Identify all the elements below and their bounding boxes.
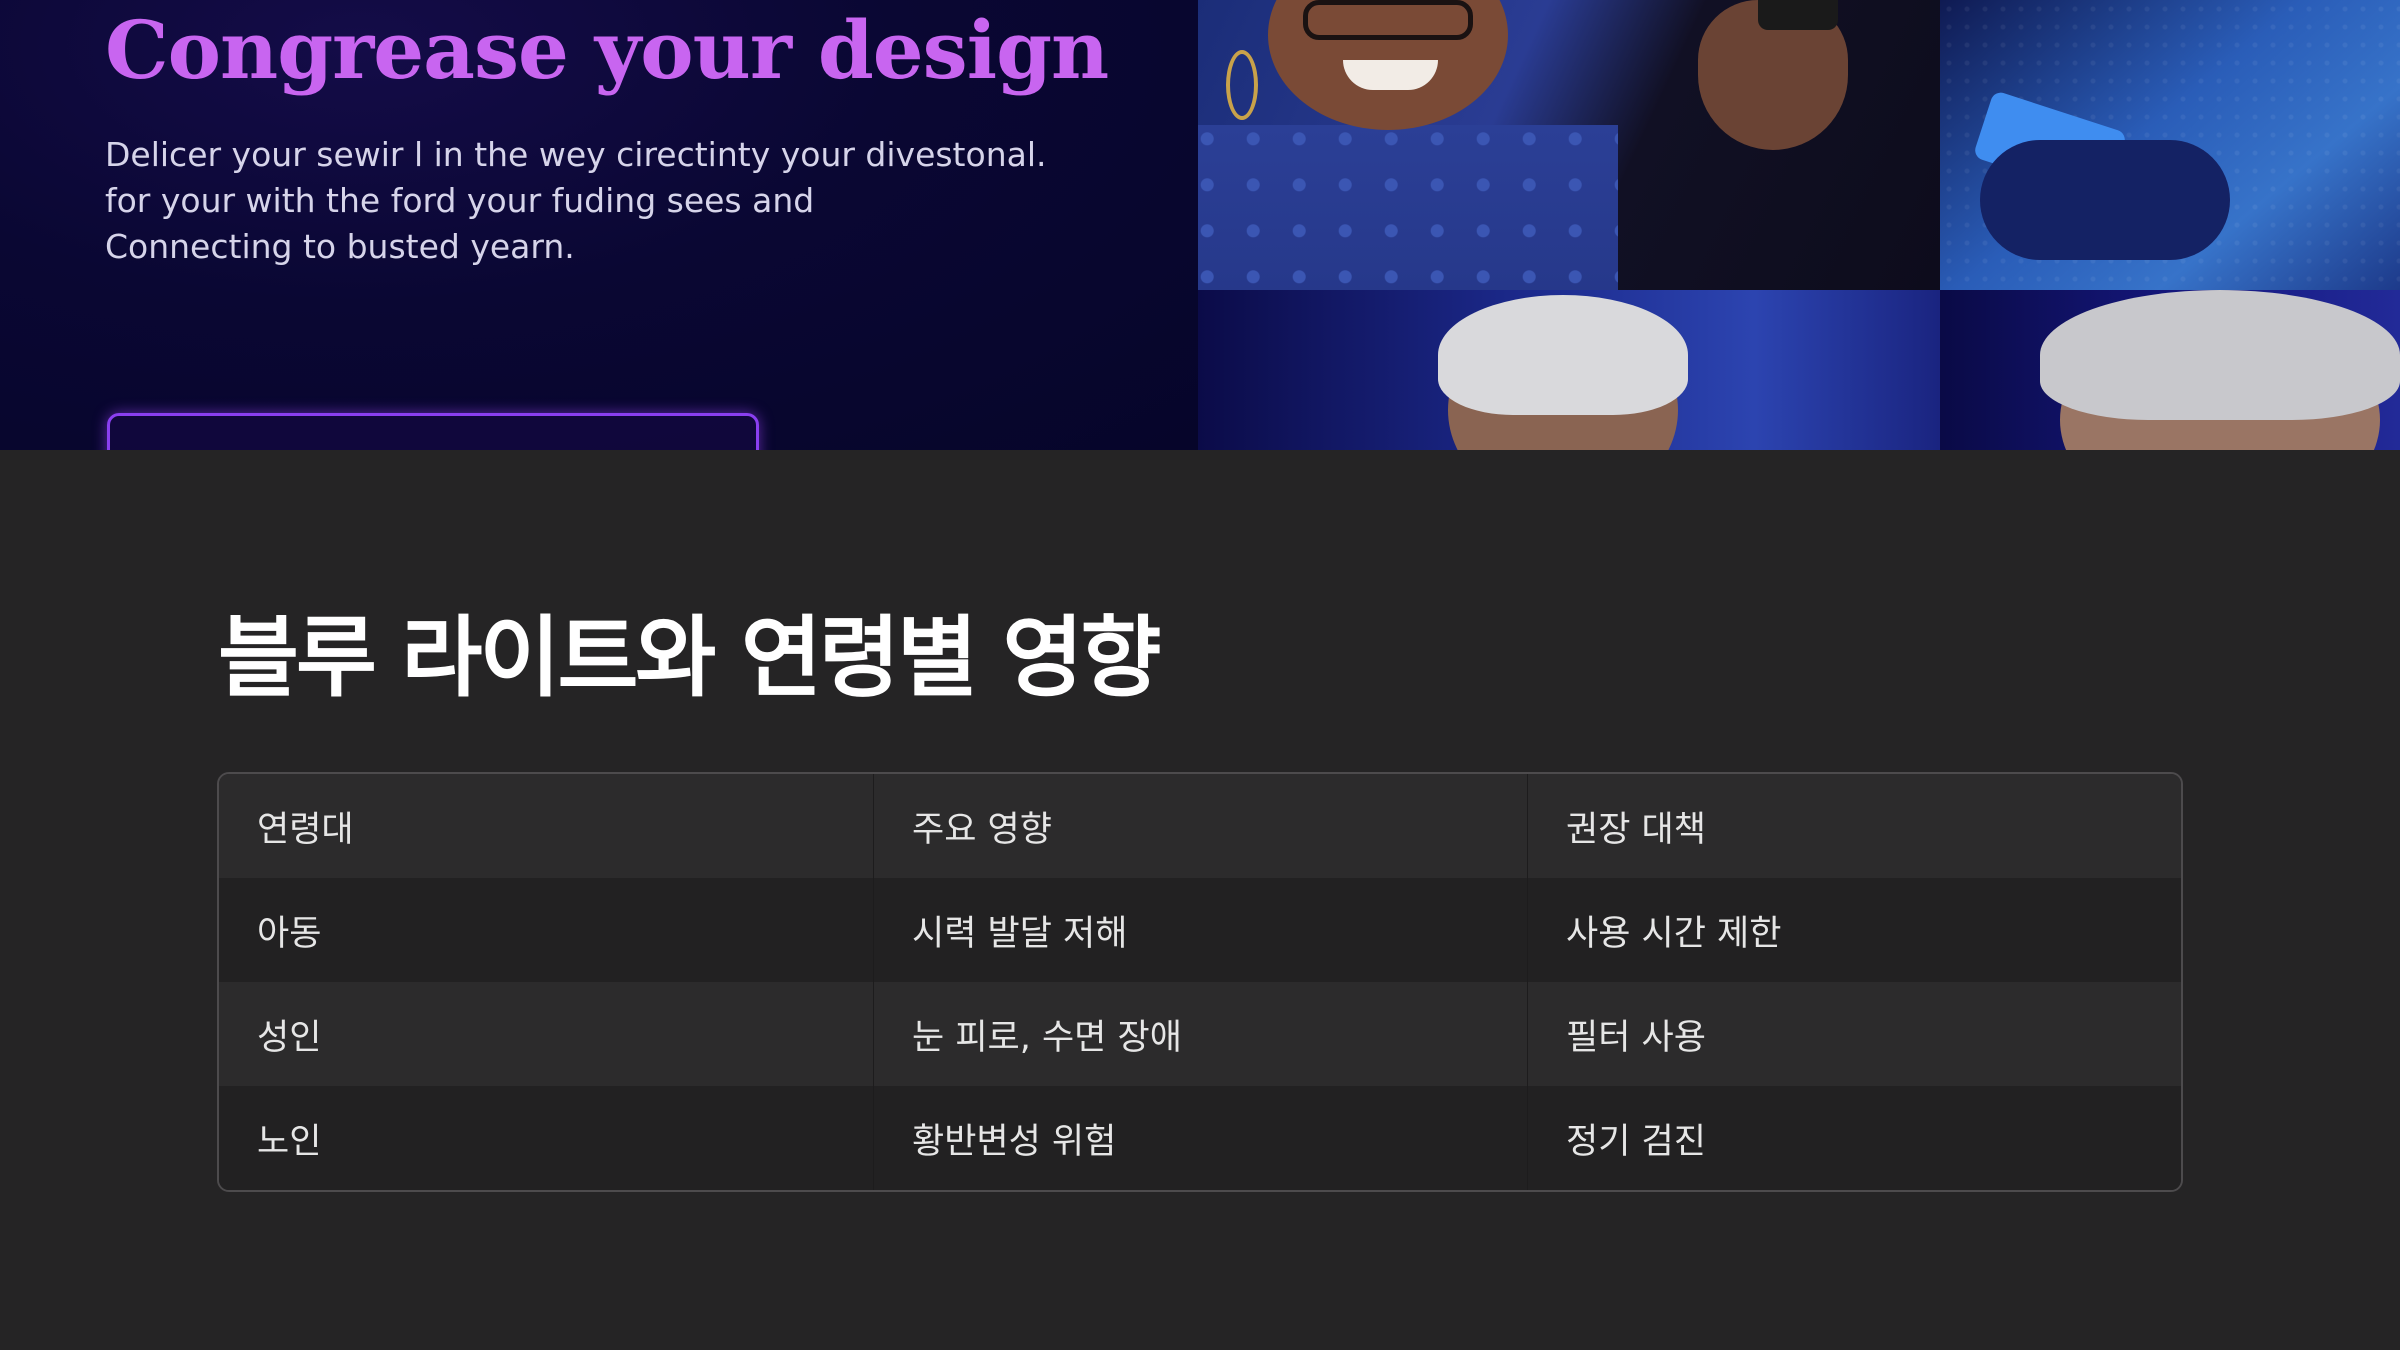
table-cell: 황반변성 위험 — [874, 1086, 1528, 1190]
hero-body-line: for your with the ford your fuding sees … — [105, 181, 815, 220]
hero-title: Congrease your design — [105, 3, 1109, 97]
photo-elderly-man — [1198, 290, 1940, 450]
glasses-shape — [1303, 0, 1473, 40]
hero-body-line: Connecting to busted yearn. — [105, 227, 575, 266]
table-cell: 사용 시간 제한 — [1528, 878, 2181, 982]
hand-shape — [1980, 140, 2230, 260]
table-cell: 시력 발달 저해 — [874, 878, 1528, 982]
earring-shape — [1226, 50, 1258, 120]
table-cell: 필터 사용 — [1528, 982, 2181, 1086]
table-cell: 정기 검진 — [1528, 1086, 2181, 1190]
hero-photo-collage — [1198, 0, 2400, 450]
hero-body-line: Delicer your sewir l in the wey cirectin… — [105, 135, 1047, 174]
photo-smiling-woman — [1198, 0, 1940, 290]
slide-page: Congrease your design Delicer your sewir… — [0, 0, 2400, 1350]
sweater-shape — [1198, 125, 1618, 290]
table-cell: 성인 — [219, 982, 874, 1086]
hair-shape — [1438, 295, 1688, 415]
hero-banner-image: Congrease your design Delicer your sewir… — [0, 0, 2400, 450]
table-cell: 노인 — [219, 1086, 874, 1190]
hero-cta-button[interactable] — [107, 413, 759, 450]
table-header-cell: 주요 영향 — [874, 774, 1528, 878]
hero-body-text: Delicer your sewir l in the wey cirectin… — [105, 132, 1047, 270]
photo-elderly-person — [1940, 290, 2400, 450]
table-header-cell: 연령대 — [219, 774, 874, 878]
section-title: 블루 라이트와 연령별 영향 — [218, 606, 1161, 709]
photo-man-with-phone — [1940, 0, 2400, 290]
table-cell: 아동 — [219, 878, 874, 982]
hair-shape — [2040, 290, 2400, 420]
table-header-cell: 권장 대책 — [1528, 774, 2181, 878]
phone-icon — [1758, 0, 1838, 30]
age-impact-table: 연령대 주요 영향 권장 대책 아동 시력 발달 저해 사용 시간 제한 성인 … — [217, 772, 2183, 1192]
smile-shape — [1343, 60, 1438, 90]
hero-text-panel: Congrease your design Delicer your sewir… — [0, 0, 1198, 450]
table-cell: 눈 피로, 수면 장애 — [874, 982, 1528, 1086]
